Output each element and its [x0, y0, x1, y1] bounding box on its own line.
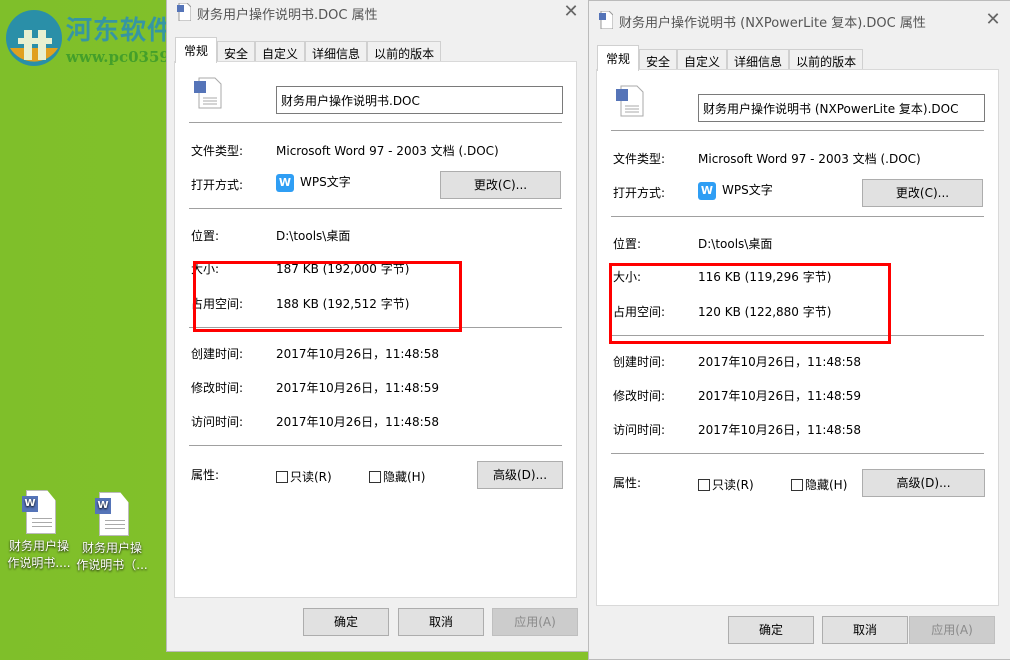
dialog-title: 财务用户操作说明书.DOC 属性: [197, 4, 378, 23]
file-type-label: 文件类型:: [191, 142, 243, 159]
open-with-value: WPS文字: [722, 183, 773, 197]
wps-icon: W: [698, 182, 716, 200]
cancel-button[interactable]: 取消: [398, 608, 484, 636]
word-file-icon: [191, 76, 225, 110]
tab-security[interactable]: 安全: [217, 41, 255, 63]
file-type-label: 文件类型:: [613, 150, 665, 167]
file-type-value: Microsoft Word 97 - 2003 文档 (.DOC): [698, 150, 921, 167]
modified-value: 2017年10月26日，11:48:59: [698, 387, 861, 404]
tab-general[interactable]: 常规: [597, 45, 639, 71]
divider: [611, 453, 984, 454]
dialog-title: 财务用户操作说明书 (NXPowerLite 复本).DOC 属性: [619, 12, 926, 31]
readonly-checkbox[interactable]: 只读(R): [276, 468, 332, 485]
hidden-label: 隐藏(H): [805, 478, 847, 492]
ok-button[interactable]: 确定: [303, 608, 389, 636]
word-file-icon: [613, 84, 647, 118]
location-value: D:\tools\桌面: [276, 227, 350, 244]
filename-input[interactable]: 财务用户操作说明书 (NXPowerLite 复本).DOC: [698, 94, 985, 122]
readonly-checkbox[interactable]: 只读(R): [698, 476, 754, 493]
modified-label: 修改时间:: [613, 387, 665, 404]
tab-previous-versions[interactable]: 以前的版本: [789, 49, 863, 71]
open-with-label: 打开方式:: [191, 176, 243, 193]
tab-custom[interactable]: 自定义: [255, 41, 305, 63]
change-button[interactable]: 更改(C)...: [440, 171, 561, 199]
tab-previous-versions[interactable]: 以前的版本: [367, 41, 441, 63]
created-label: 创建时间:: [613, 353, 665, 370]
accessed-value: 2017年10月26日，11:48:58: [698, 421, 861, 438]
created-value: 2017年10月26日，11:48:58: [276, 345, 439, 362]
desktop-icon-label: 作说明书....: [3, 555, 75, 572]
change-button[interactable]: 更改(C)...: [862, 179, 983, 207]
ok-button[interactable]: 确定: [728, 616, 814, 644]
tab-bar: 常规 安全 自定义 详细信息 以前的版本: [175, 39, 441, 63]
filename-input[interactable]: 财务用户操作说明书.DOC: [276, 86, 563, 114]
readonly-label: 只读(R): [290, 470, 332, 484]
word-file-icon: W: [22, 490, 56, 534]
tab-security[interactable]: 安全: [639, 49, 677, 71]
hidden-checkbox[interactable]: 隐藏(H): [369, 468, 425, 485]
divider: [611, 216, 984, 217]
close-icon[interactable]: ✕: [561, 1, 581, 22]
created-label: 创建时间:: [191, 345, 243, 362]
desktop-icon-file-2[interactable]: W 财务用户操 作说明书（...: [76, 492, 148, 574]
desktop-icon-file-1[interactable]: W 财务用户操 作说明书....: [3, 490, 75, 572]
wps-icon: W: [276, 174, 294, 192]
location-label: 位置:: [191, 227, 219, 244]
modified-value: 2017年10月26日，11:48:59: [276, 379, 439, 396]
tab-details[interactable]: 详细信息: [727, 49, 789, 71]
highlight-box-original-size: [193, 261, 462, 332]
desktop-icon-label: 财务用户操: [76, 540, 148, 557]
readonly-label: 只读(R): [712, 478, 754, 492]
hidden-label: 隐藏(H): [383, 470, 425, 484]
tab-general[interactable]: 常规: [175, 37, 217, 63]
apply-button[interactable]: 应用(A): [909, 616, 995, 644]
attributes-label: 属性:: [191, 466, 219, 483]
attributes-label: 属性:: [613, 474, 641, 491]
divider: [189, 208, 562, 209]
accessed-label: 访问时间:: [613, 421, 665, 438]
location-label: 位置:: [613, 235, 641, 252]
desktop-icon-label: 财务用户操: [3, 538, 75, 555]
tab-details[interactable]: 详细信息: [305, 41, 367, 63]
modified-label: 修改时间:: [191, 379, 243, 396]
close-icon[interactable]: ✕: [983, 9, 1003, 30]
tab-bar: 常规 安全 自定义 详细信息 以前的版本: [597, 47, 863, 71]
open-with-value: WPS文字: [300, 175, 351, 189]
apply-button[interactable]: 应用(A): [492, 608, 578, 636]
divider: [189, 122, 562, 123]
desktop-icon-label: 作说明书（...: [76, 557, 148, 574]
divider: [189, 445, 562, 446]
accessed-label: 访问时间:: [191, 413, 243, 430]
open-with-label: 打开方式:: [613, 184, 665, 201]
document-icon: [177, 3, 191, 21]
accessed-value: 2017年10月26日，11:48:58: [276, 413, 439, 430]
cancel-button[interactable]: 取消: [822, 616, 908, 644]
divider: [611, 130, 984, 131]
created-value: 2017年10月26日，11:48:58: [698, 353, 861, 370]
logo-icon: [4, 8, 64, 68]
file-type-value: Microsoft Word 97 - 2003 文档 (.DOC): [276, 142, 499, 159]
highlight-box-compressed-size: [609, 263, 891, 344]
tab-custom[interactable]: 自定义: [677, 49, 727, 71]
location-value: D:\tools\桌面: [698, 235, 772, 252]
document-icon: [599, 11, 613, 29]
hidden-checkbox[interactable]: 隐藏(H): [791, 476, 847, 493]
advanced-button[interactable]: 高级(D)...: [862, 469, 985, 497]
advanced-button[interactable]: 高级(D)...: [477, 461, 563, 489]
word-file-icon: W: [95, 492, 129, 536]
